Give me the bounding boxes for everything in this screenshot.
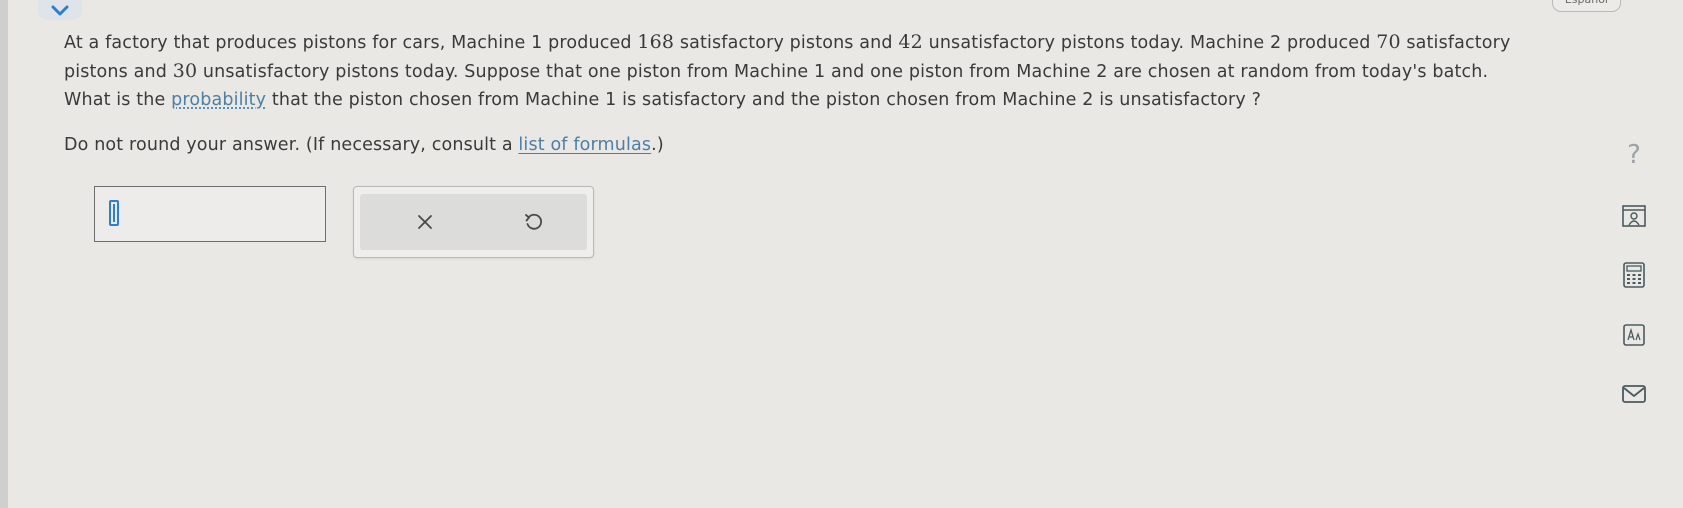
question-line-2: pistons and 30 unsatisfactory pistons to… — [64, 60, 1489, 82]
mail-icon — [1622, 385, 1646, 403]
answer-input[interactable] — [94, 186, 326, 242]
instructions: Do not round your answer. (If necessary,… — [64, 135, 664, 155]
answer-actions-panel — [353, 186, 594, 258]
message-button[interactable] — [1614, 374, 1654, 414]
clear-button[interactable] — [405, 202, 445, 242]
close-icon — [418, 215, 432, 229]
question-line-3: What is the probability that the piston … — [64, 90, 1262, 110]
left-edge-strip — [0, 0, 8, 508]
answer-actions-inner — [360, 194, 587, 250]
collapse-toggle[interactable] — [38, 0, 82, 20]
help-button[interactable]: ? — [1614, 135, 1654, 175]
undo-button[interactable] — [513, 202, 553, 242]
textbook-button[interactable] — [1614, 196, 1654, 236]
machine1-unsatisfactory-count: 42 — [898, 31, 923, 53]
probability-link[interactable]: probability — [171, 90, 266, 110]
machine1-satisfactory-count: 168 — [637, 31, 675, 53]
language-toggle[interactable]: Español — [1551, 0, 1621, 12]
question-mark-icon: ? — [1627, 140, 1641, 170]
chevron-down-icon — [51, 5, 69, 16]
question-text: At a factory that produces pistons for c… — [64, 28, 1584, 114]
book-icon — [1622, 205, 1646, 227]
question-line-1: At a factory that produces pistons for c… — [64, 31, 1511, 53]
text-size-icon — [1623, 324, 1645, 346]
machine2-satisfactory-count: 70 — [1376, 31, 1401, 53]
font-size-button[interactable] — [1614, 315, 1654, 355]
calculator-icon — [1623, 262, 1645, 288]
machine2-unsatisfactory-count: 30 — [172, 60, 198, 82]
undo-icon — [525, 213, 543, 230]
text-cursor-icon — [109, 200, 119, 226]
formulas-link[interactable]: list of formulas — [518, 135, 651, 155]
calculator-button[interactable] — [1614, 255, 1654, 295]
